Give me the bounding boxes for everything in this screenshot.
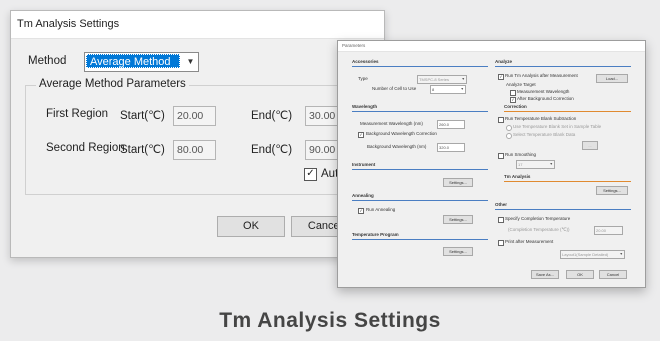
tm-analysis-heading: Tm Analysis xyxy=(504,174,531,179)
ok-button[interactable]: OK xyxy=(217,216,285,237)
accessories-heading: Accessories xyxy=(352,59,379,64)
first-end-label: End(℃) xyxy=(251,110,293,122)
after-bg-checkbox[interactable]: ✓ xyxy=(510,97,516,103)
chevron-down-icon: ▼ xyxy=(461,77,465,81)
run-annealing-label: Run Annealing xyxy=(366,207,396,212)
annealing-heading: Annealing xyxy=(352,193,374,198)
after-bg-option: After Background Correction xyxy=(517,96,574,101)
smoothing-checkbox[interactable] xyxy=(498,153,504,159)
section-divider xyxy=(352,66,488,67)
window-title: Tm Analysis Settings xyxy=(11,11,384,39)
group-title: Average Method Parameters xyxy=(36,78,189,90)
blank-subtraction-label: Run Temperature Blank Subtraction xyxy=(505,116,577,121)
section-divider xyxy=(495,209,631,210)
cells-dropdown[interactable]: 8 ▼ xyxy=(430,85,466,94)
layout-value: Layout1(Sample Detailed) xyxy=(562,252,609,257)
correction-heading: Correction xyxy=(504,104,527,109)
section-divider xyxy=(352,111,488,112)
smoothing-dropdown[interactable]: 17 ▼ xyxy=(516,160,555,169)
section-divider xyxy=(352,239,488,240)
auto-checkbox[interactable]: ✓ xyxy=(304,168,317,181)
select-blank-radio[interactable] xyxy=(506,133,512,139)
method-selected-value: Average Method xyxy=(86,54,180,68)
run-annealing-checkbox[interactable]: ✓ xyxy=(358,208,364,214)
measurement-wavelength-label: Measurement Wavelength (nm) xyxy=(360,121,423,126)
section-divider xyxy=(504,181,631,182)
first-start-label: Start(℃) xyxy=(120,110,165,122)
bg-wavelength-field[interactable]: 320.0 xyxy=(437,143,465,152)
section-divider xyxy=(504,111,631,112)
window-title: Parameters xyxy=(338,41,645,52)
load-button[interactable]: Load... xyxy=(596,74,628,83)
other-heading: Other xyxy=(495,202,508,207)
method-dropdown[interactable]: Average Method ▼ xyxy=(84,52,199,72)
smoothing-value: 17 xyxy=(518,162,523,167)
analyze-heading: Analyze xyxy=(495,59,513,64)
run-tm-checkbox[interactable]: ✓ xyxy=(498,74,504,80)
bg-correction-checkbox[interactable]: ✓ xyxy=(358,132,364,138)
annealing-settings-button[interactable]: Settings... xyxy=(443,215,473,224)
second-start-label: Start(℃) xyxy=(120,144,165,156)
instrument-heading: Instrument xyxy=(352,162,376,167)
bg-wavelength-label: Background Wavelength (nm) xyxy=(367,144,427,149)
print-after-checkbox[interactable] xyxy=(498,240,504,246)
save-as-button[interactable]: Save As... xyxy=(531,270,559,279)
use-blank-radio[interactable] xyxy=(506,125,512,131)
completion-temperature-field[interactable]: 20.00 xyxy=(594,226,623,235)
second-end-label: End(℃) xyxy=(251,144,293,156)
chevron-down-icon: ▼ xyxy=(460,87,464,91)
analyze-target-label: Analyze Target xyxy=(506,82,536,87)
temperature-program-heading: Temperature Program xyxy=(352,232,399,237)
chevron-down-icon[interactable]: ▼ xyxy=(183,53,198,71)
wavelength-heading: Wavelength xyxy=(352,104,378,109)
chevron-down-icon: ▼ xyxy=(549,162,553,166)
measurement-wavelength-checkbox[interactable] xyxy=(510,90,516,96)
measurement-wavelength-option: Measurement Wavelength xyxy=(517,89,570,94)
browse-button[interactable]: ... xyxy=(582,141,598,150)
tm-analysis-settings-button[interactable]: Settings... xyxy=(596,186,628,195)
type-value: TMSPC-8 Series xyxy=(419,77,450,82)
temperature-program-settings-button[interactable]: Settings... xyxy=(443,247,473,256)
section-divider xyxy=(352,169,488,170)
cells-value: 8 xyxy=(432,87,435,92)
section-divider xyxy=(495,66,631,67)
ok-button[interactable]: OK xyxy=(566,270,594,279)
cells-label: Number of Cell to Use xyxy=(372,86,417,91)
cancel-button[interactable]: Cancel xyxy=(599,270,627,279)
measurement-wavelength-field[interactable]: 260.0 xyxy=(437,120,465,129)
use-blank-label: Use Temperature Blank Set in Sample Tabl… xyxy=(513,124,602,129)
method-label: Method xyxy=(28,55,67,67)
second-start-field[interactable]: 80.00 xyxy=(173,140,216,160)
blank-subtraction-checkbox[interactable] xyxy=(498,117,504,123)
instrument-settings-button[interactable]: Settings... xyxy=(443,178,473,187)
chevron-down-icon: ▼ xyxy=(619,252,623,256)
bg-correction-label: Background Wavelength Correction xyxy=(366,131,437,136)
parameters-window: Parameters Accessories Type TMSPC-8 Seri… xyxy=(337,40,646,288)
type-dropdown[interactable]: TMSPC-8 Series ▼ xyxy=(417,75,467,84)
section-divider xyxy=(352,200,488,201)
first-region-label: First Region xyxy=(46,108,108,120)
specify-completion-checkbox[interactable] xyxy=(498,217,504,223)
smoothing-label: Run Smoothing xyxy=(505,152,537,157)
print-after-label: Print after Measurement xyxy=(505,239,554,244)
layout-dropdown[interactable]: Layout1(Sample Detailed) ▼ xyxy=(560,250,625,259)
run-tm-label: Run Tm Analysis after Measurement xyxy=(505,73,578,78)
tm-analysis-settings-window: Tm Analysis Settings Method Average Meth… xyxy=(10,10,385,258)
specify-completion-label: Specify Completion Temperature xyxy=(505,216,571,221)
select-blank-label: Select Temperature Blank Data xyxy=(513,132,576,137)
figure-caption: Tm Analysis Settings xyxy=(219,309,441,332)
completion-temperature-label: (Completion Temperature (℃)) xyxy=(508,227,570,232)
first-start-field[interactable]: 20.00 xyxy=(173,106,216,126)
type-label: Type xyxy=(358,76,368,81)
second-region-label: Second Region xyxy=(46,142,125,154)
